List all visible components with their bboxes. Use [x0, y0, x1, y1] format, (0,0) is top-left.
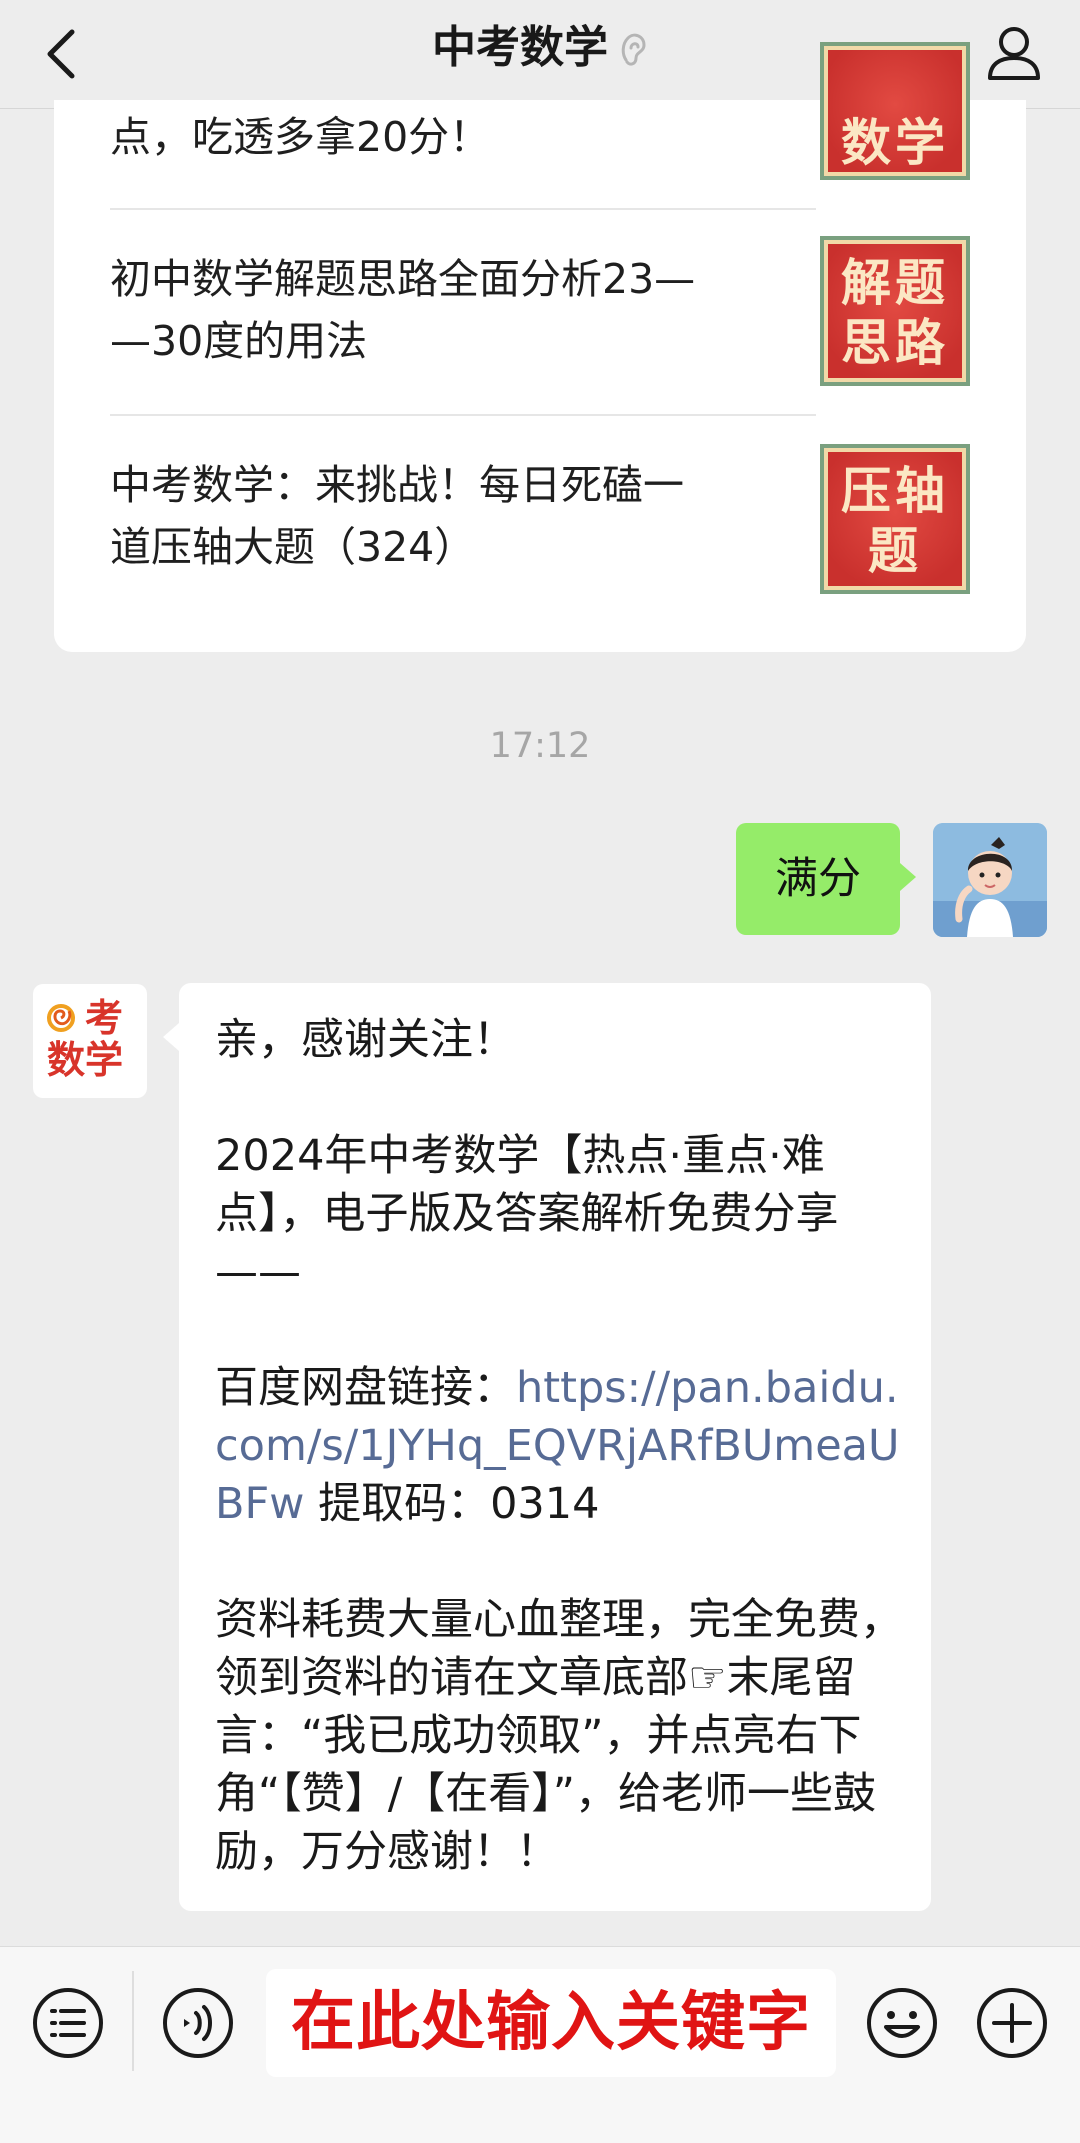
child-photo-icon: [933, 823, 1047, 937]
message-link-paragraph: 百度网盘链接：https://pan.baidu.com/s/1JYHq_EQV…: [215, 1359, 905, 1533]
divider: [110, 208, 816, 210]
sun-spiral-icon: [47, 1004, 75, 1032]
chat-input-bar: 在此处输入关键字: [0, 1946, 1080, 2143]
divider: [110, 414, 816, 416]
thumbnail-label: 思路: [841, 314, 949, 372]
link-prefix: 百度网盘链接：: [215, 1363, 516, 1413]
ear-icon: [621, 33, 646, 66]
article-title[interactable]: 初中数学解题思路全面分析23— —30度的用法: [110, 248, 750, 372]
avatar-text: 考: [85, 996, 124, 1040]
avatar-text: 数学: [47, 1038, 124, 1082]
message-timestamp: 17:12: [489, 726, 591, 766]
article-list-card: 点，吃透多拿20分！ 数学 初中数学解题思路全面分析23— —30度的用法 解题…: [54, 42, 1026, 652]
chat-title: 中考数学: [432, 22, 608, 73]
thumbnail-label: 数学: [841, 114, 949, 172]
article-title-line: 点，吃透多拿20分！: [110, 113, 491, 161]
person-icon[interactable]: [982, 20, 1046, 84]
article-title-line: —30度的用法: [110, 317, 368, 365]
outgoing-message-bubble[interactable]: 满分: [736, 823, 916, 935]
article-title-line: 道压轴大题（324）: [110, 523, 476, 571]
message-greeting: 亲，感谢关注！: [215, 1015, 516, 1065]
article-title-line: 初中数学解题思路全面分析23—: [110, 255, 696, 303]
outgoing-message-text: 满分: [775, 854, 861, 904]
article-thumbnail[interactable]: 压轴 题: [820, 444, 970, 594]
message-share-text: 2024年中考数学【热点·重点·难点】，电子版及答案解析免费分享——: [215, 1131, 839, 1297]
article-title-line: 中考数学：来挑战！每日死磕一: [110, 461, 684, 509]
bar-divider: [132, 1971, 134, 2071]
emoji-icon[interactable]: [864, 1985, 940, 2061]
article-title[interactable]: 点，吃透多拿20分！: [110, 106, 750, 168]
plus-icon[interactable]: [974, 1985, 1050, 2061]
article-thumbnail[interactable]: 解题 思路: [820, 236, 970, 386]
message-note: 资料耗费大量心血整理，完全免费，领到资料的请在文章底部☞末尾留言：“我已成功领取…: [215, 1595, 903, 1877]
thumbnail-label: 题: [868, 522, 922, 580]
input-placeholder: 在此处输入关键字: [291, 1986, 811, 2060]
my-avatar[interactable]: [933, 823, 1047, 937]
menu-list-icon[interactable]: [30, 1985, 106, 2061]
extract-code: 提取码：0314: [304, 1479, 600, 1529]
thumbnail-label: 压轴: [841, 462, 949, 520]
article-thumbnail[interactable]: 数学: [820, 42, 970, 180]
voice-icon[interactable]: [160, 1985, 236, 2061]
official-account-avatar[interactable]: 考 数学: [33, 984, 147, 1098]
article-title[interactable]: 中考数学：来挑战！每日死磕一 道压轴大题（324）: [110, 454, 750, 578]
message-input[interactable]: 在此处输入关键字: [266, 1969, 836, 2077]
thumbnail-label: 解题: [841, 254, 949, 312]
incoming-message-bubble[interactable]: 亲，感谢关注！ 2024年中考数学【热点·重点·难点】，电子版及答案解析免费分享…: [163, 983, 931, 1911]
